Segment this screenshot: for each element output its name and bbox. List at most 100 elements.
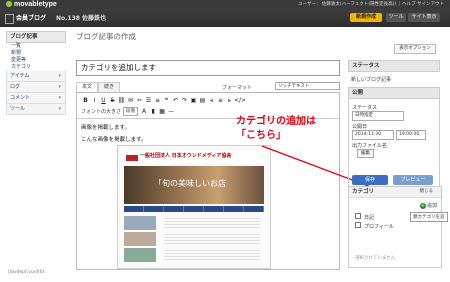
status-value: 新しいブログ記事 — [351, 77, 392, 83]
chevron-down-icon: ▾ — [58, 95, 61, 101]
strikethrough-icon[interactable]: S — [108, 96, 117, 105]
plus-icon: + — [419, 203, 426, 209]
preview-button[interactable]: プレビュー — [393, 175, 433, 185]
chevron-down-icon: ▾ — [58, 106, 61, 112]
publish-panel-head: 公開 — [348, 87, 440, 99]
text-color-icon[interactable]: A — [140, 107, 149, 116]
tools-button[interactable]: ツール — [386, 13, 406, 22]
numbered-list-icon[interactable]: ≡ — [153, 96, 162, 105]
sidebar-link-new[interactable]: 新規 — [6, 50, 66, 57]
checkbox[interactable] — [355, 222, 361, 228]
status-panel-head: ステータス — [348, 60, 440, 72]
embedded-hero: 「旬の美味しいお店 — [124, 166, 264, 204]
editor-toolbar-2: フォントの大きさ 段落 A ▮ ▦ — — [81, 107, 176, 116]
status-path: [divdept:void(0) — [8, 270, 45, 275]
display-options-button[interactable]: 表示オプション — [394, 44, 436, 54]
category-close-link[interactable]: 閉じる — [420, 187, 434, 197]
category-item[interactable]: プロフィール — [355, 222, 394, 230]
publish-date-input[interactable]: 2014-11-30 — [352, 130, 394, 140]
bullet-list-icon[interactable]: ☰ — [144, 96, 153, 105]
embedded-logo — [126, 155, 138, 161]
underline-icon[interactable]: U — [99, 96, 108, 105]
movabletype-logo-icon — [6, 1, 12, 7]
logo-text: movabletype — [14, 1, 57, 8]
entry-title-input[interactable]: カテゴリを追加します — [76, 60, 340, 76]
add-category-tooltip: 親カテゴリを追 — [410, 212, 448, 222]
add-category-label: 追加 — [426, 203, 437, 209]
format-select[interactable]: リッチテキスト — [275, 82, 340, 90]
site-icon — [5, 14, 14, 24]
annotation-line-2: 「こちら」 — [236, 130, 286, 141]
source-icon[interactable]: </> — [234, 96, 246, 105]
format-label: フォーマット — [222, 85, 253, 91]
site-name[interactable]: 会員ブログ — [16, 13, 46, 22]
app-logo[interactable]: movabletype — [6, 0, 57, 9]
new-create-button[interactable]: 新規作成 — [350, 13, 382, 22]
publish-date-label: 公開日 — [352, 124, 368, 130]
category-panel-head: カテゴリ 閉じる — [349, 187, 441, 198]
checkbox[interactable] — [355, 213, 361, 219]
status-select[interactable]: 日時指定 — [352, 111, 404, 121]
font-size-label: フォントの大きさ — [81, 109, 122, 115]
sidebar-link-changes[interactable]: 変更等 — [6, 57, 66, 64]
embedded-site-title: 一般社団法人 日本オウンドメディア協会 — [140, 153, 232, 159]
align-center-icon[interactable]: ≡ — [216, 96, 225, 105]
chevron-down-icon: ▾ — [58, 73, 61, 79]
link-icon[interactable]: ⛓ — [117, 96, 126, 105]
editor-tabs: 本文 続き — [76, 82, 121, 93]
publish-time-input[interactable]: 19:00:00 — [396, 130, 426, 140]
font-size-select[interactable]: 段落 — [123, 107, 139, 116]
body-line-1: 画像を掲載します。 — [81, 125, 130, 131]
undo-icon[interactable]: ↶ — [171, 96, 180, 105]
site-bar: 会員ブログ No.138 佐藤鉄也 新規作成 ツール サイト表示 — [0, 9, 450, 27]
embedded-screenshot-image: 一般社団法人 日本オウンドメディア協会 「旬の美味しいお店 — [117, 145, 271, 269]
site-subtitle: No.138 佐藤鉄也 — [56, 15, 107, 22]
sidebar-section-items[interactable]: アイテム ▾ — [6, 71, 66, 82]
embedded-row — [124, 248, 264, 262]
chevron-down-icon: ▾ — [58, 84, 61, 90]
category-footer: 選択されていません — [355, 256, 396, 261]
media-icon[interactable]: ▤ — [198, 96, 207, 105]
add-category-link[interactable]: + 追加 — [419, 202, 437, 209]
sidebar-section-label: ツール — [10, 106, 26, 112]
view-site-button[interactable]: サイト表示 — [408, 13, 440, 22]
align-right-icon[interactable]: ⫸ — [225, 96, 234, 105]
filename-edit-button[interactable]: 編集 — [357, 149, 374, 158]
sidebar-section-label: アイテム — [10, 73, 30, 79]
hr-icon[interactable]: — — [167, 107, 176, 116]
embedded-row — [124, 216, 264, 230]
unlink-icon[interactable]: ✂ — [135, 96, 144, 105]
sidebar: ブログ記事 一覧 新規 変更等 カテゴリ アイテム ▾ ログ ▾ コメント ▾ ツール… — [6, 31, 66, 271]
category-item[interactable]: 日記 — [355, 213, 374, 221]
table-icon[interactable]: ▦ — [158, 107, 167, 116]
global-header: movabletype ユーザー： 佐藤鉄太(ハーフェクト(隠性定長高)) ｜ヘ… — [0, 0, 450, 9]
sidebar-head-entries[interactable]: ブログ記事 — [6, 31, 66, 43]
publish-panel: ステータス 日時指定 公開日 2014-11-30 19:00:00 出力ファイ… — [348, 99, 440, 196]
bold-icon[interactable]: B — [81, 96, 90, 105]
embedded-row — [124, 232, 264, 246]
italic-icon[interactable]: I — [90, 96, 99, 105]
image-icon[interactable]: ▣ — [189, 96, 198, 105]
category-title: カテゴリ — [352, 189, 375, 195]
save-button[interactable]: 保存 — [352, 175, 388, 185]
body-line-2: こんな画像を掲載します。 — [81, 137, 147, 143]
embedded-header: 一般社団法人 日本オウンドメディア協会 — [124, 150, 264, 164]
category-item-label: プロフィール — [364, 224, 394, 230]
annotation-callout: カテゴリの追加は 「こちら」 — [236, 115, 316, 143]
status-label: ステータス — [352, 105, 378, 111]
bg-color-icon[interactable]: ▮ — [149, 107, 158, 116]
email-icon[interactable]: ✉ — [126, 96, 135, 105]
redo-icon[interactable]: ↷ — [180, 96, 189, 105]
user-menu[interactable]: ユーザー： 佐藤鉄太(ハーフェクト(隠性定長高)) ｜ヘルプ サインアウト — [298, 0, 444, 9]
sidebar-section-comments[interactable]: コメント ▾ — [6, 93, 66, 104]
sidebar-section-tools[interactable]: ツール ▾ — [6, 104, 66, 115]
sidebar-section-label: コメント — [10, 95, 31, 101]
page-title: ブログ記事の作成 — [76, 32, 136, 41]
sidebar-section-log[interactable]: ログ ▾ — [6, 82, 66, 93]
sidebar-link-list[interactable]: 一覧 — [6, 43, 66, 50]
align-left-icon[interactable]: ⫷ — [207, 96, 216, 105]
category-item-label: 日記 — [364, 215, 375, 221]
embedded-hero-text: 「旬の美味しいお店 — [154, 179, 226, 188]
quote-icon[interactable]: ❝ — [162, 96, 171, 105]
sidebar-link-category[interactable]: カテゴリ — [6, 64, 66, 71]
